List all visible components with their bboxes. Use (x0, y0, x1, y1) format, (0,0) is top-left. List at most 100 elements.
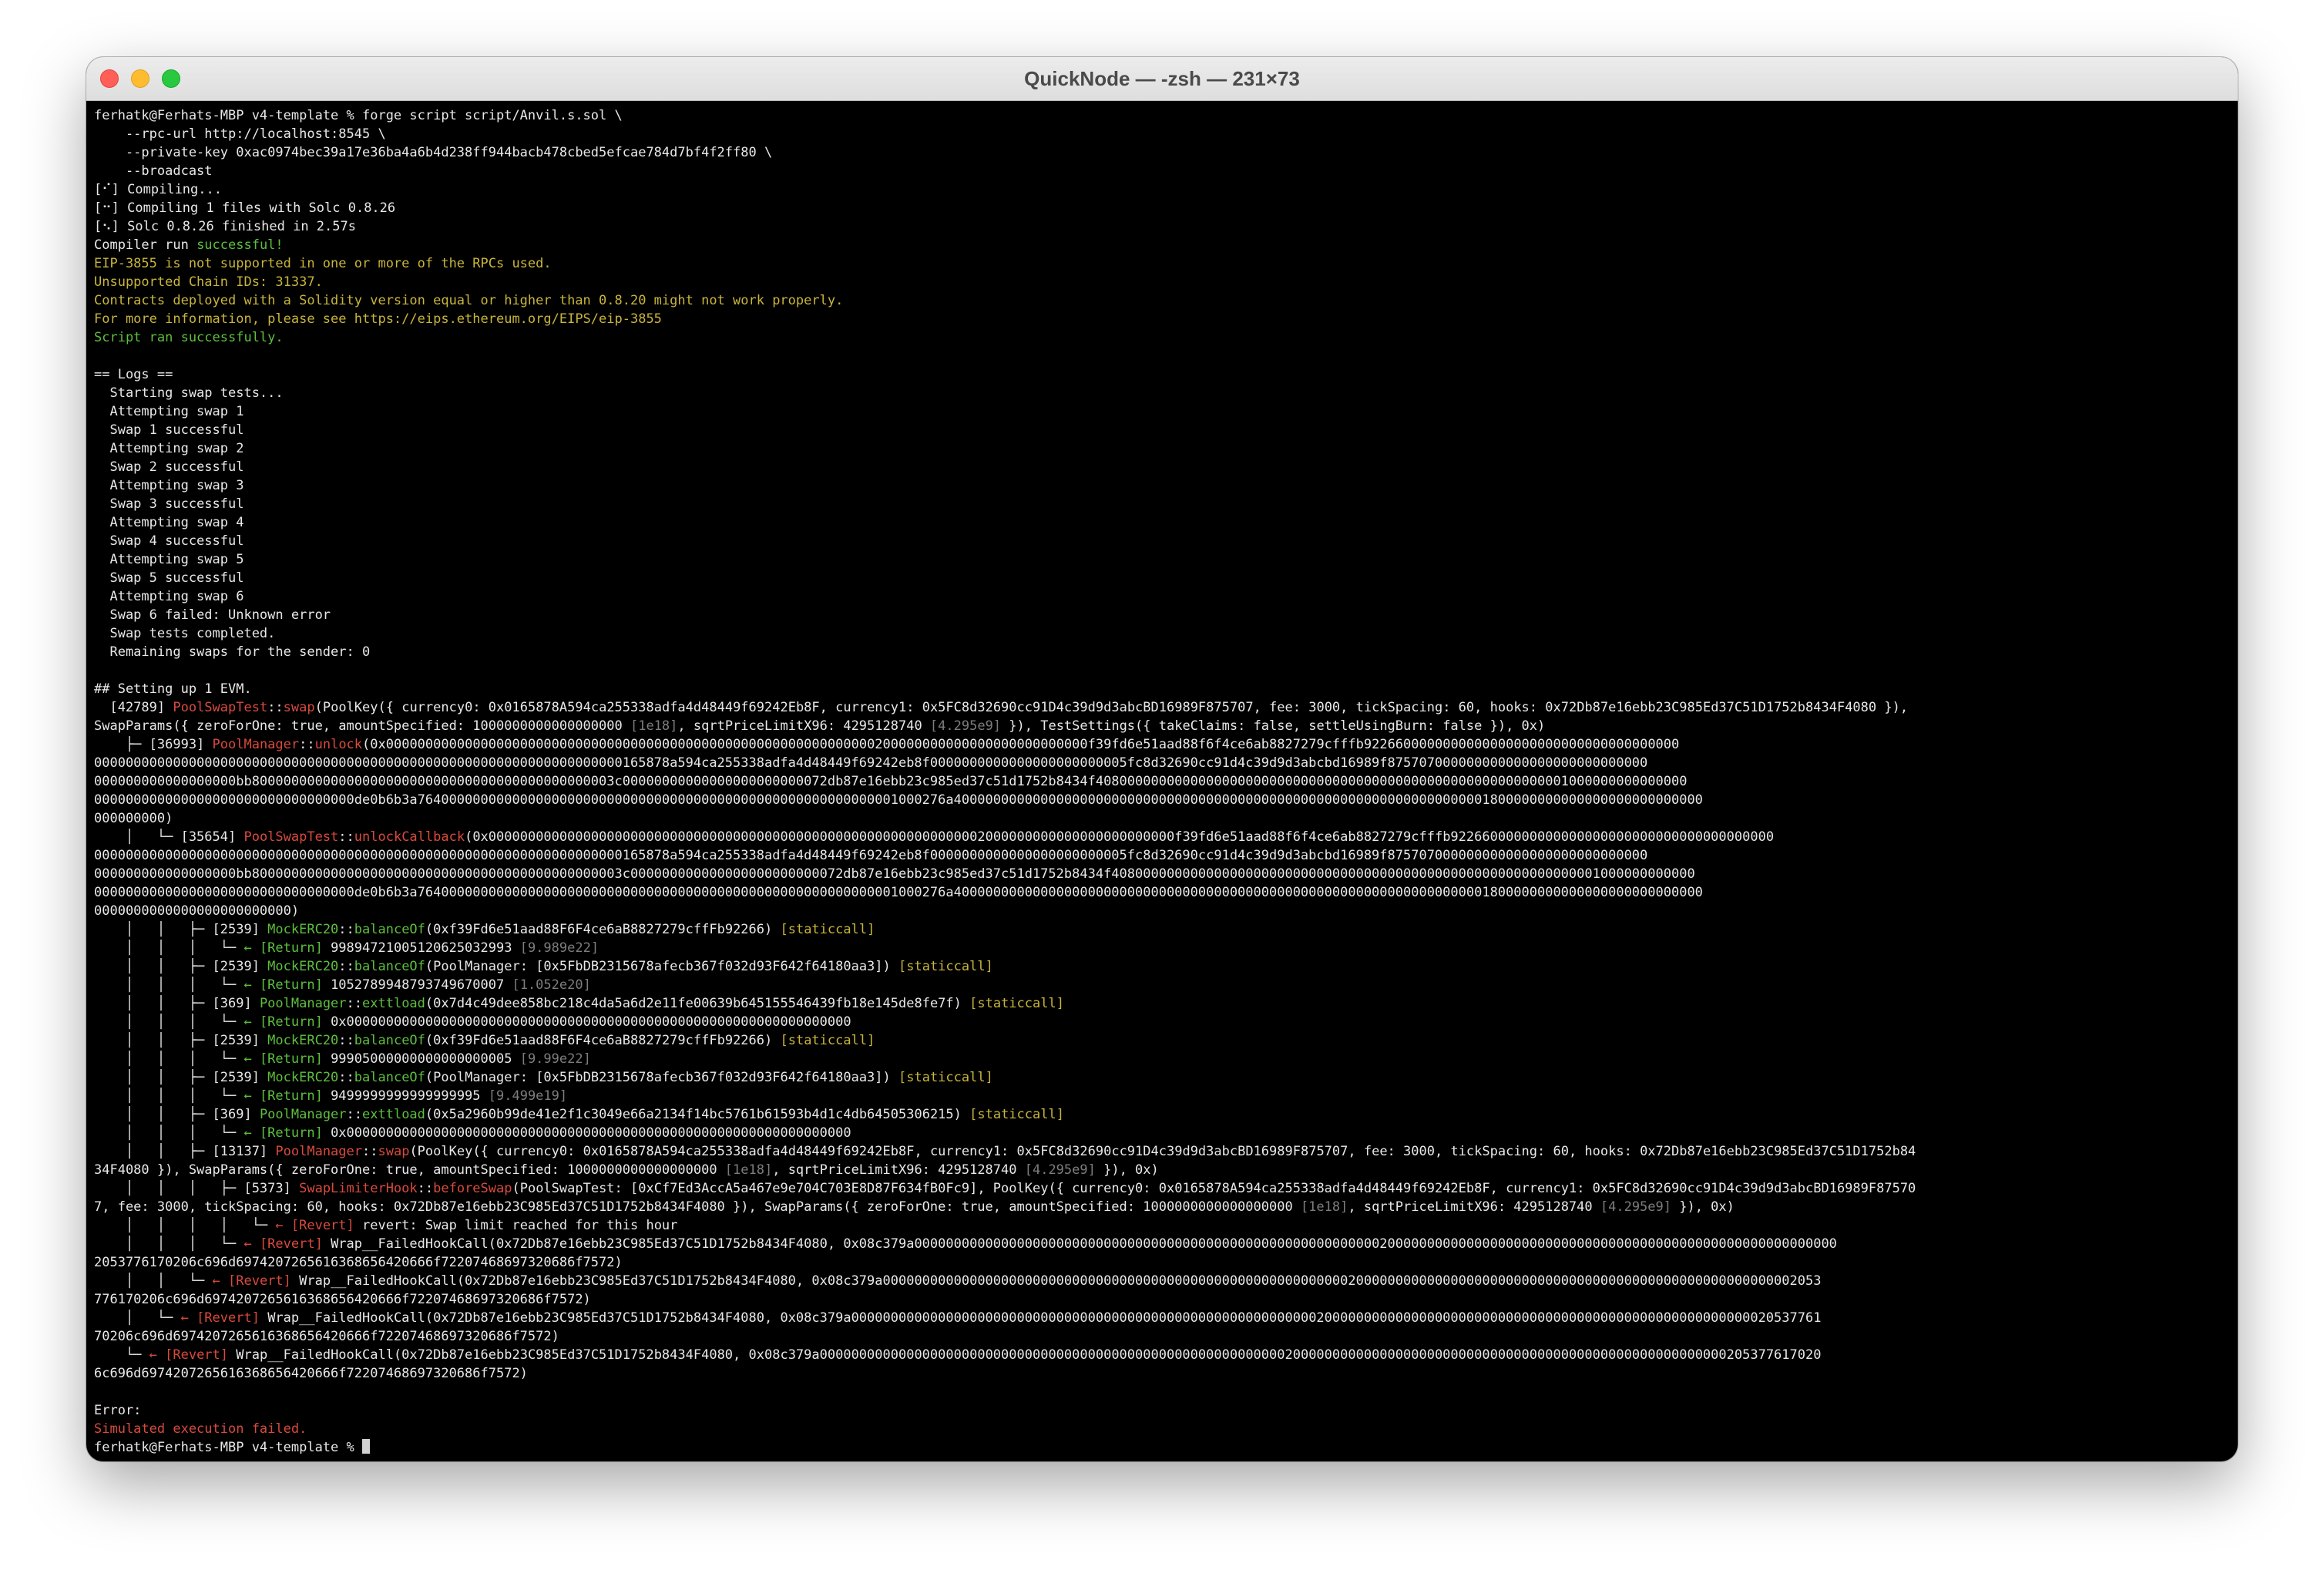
terminal-line: │ │ │ └─ ← [Return] 10527899487937496700… (94, 976, 2230, 994)
terminal-text: [staticcall] (780, 922, 875, 937)
terminal-line: ferhatk@Ferhats-MBP v4-template % forge … (94, 106, 2230, 125)
terminal-text: --rpc-url http://localhost:8545 \ (94, 126, 386, 142)
terminal-line: Attempting swap 1 (94, 402, 2230, 421)
terminal-text: Wrap__FailedHookCall(0x72Db87e16ebb23C98… (259, 1310, 1822, 1326)
terminal-text: :: (338, 959, 354, 974)
terminal-line: │ │ ├─ [2539] MockERC20::balanceOf(0xf39… (94, 1031, 2230, 1050)
terminal-text: Compiler run (94, 237, 197, 253)
terminal-text: (0x0000000000000000000000000000000000000… (362, 737, 1680, 752)
terminal-line: │ │ ├─ [2539] MockERC20::balanceOf(PoolM… (94, 957, 2230, 976)
terminal-text: PoolManager (259, 996, 347, 1011)
terminal-line: └─ ← [Revert] Wrap__FailedHookCall(0x72D… (94, 1346, 2230, 1364)
terminal-text: [⠒] Compiling 1 files with Solc 0.8.26 (94, 200, 396, 216)
terminal-line: Unsupported Chain IDs: 31337. (94, 273, 2230, 291)
terminal-text: 0000000000000000000000000000000000000000… (94, 755, 1648, 771)
terminal-line: 6c696d6974207265616368656420666f72207468… (94, 1364, 2230, 1383)
terminal-text: Wrap__FailedHookCall(0x72Db87e16ebb23C98… (228, 1347, 1822, 1363)
terminal-text: 99905000000000000000005 (322, 1051, 520, 1067)
terminal-text: ├─ [36993] (94, 737, 213, 752)
terminal-line: │ │ └─ ← [Revert] Wrap__FailedHookCall(0… (94, 1272, 2230, 1290)
terminal-line: Swap 6 failed: Unknown error (94, 606, 2230, 624)
title-bar[interactable]: QuickNode — -zsh — 231×73 (86, 57, 2238, 101)
window-title: QuickNode — -zsh — 231×73 (1024, 67, 1300, 90)
terminal-text: │ │ ├─ [369] (94, 1107, 260, 1122)
terminal-text: unlock (314, 737, 363, 752)
terminal-text: │ │ │ └─ (94, 1014, 244, 1030)
terminal-text: (0x0000000000000000000000000000000000000… (465, 829, 1775, 845)
terminal-text: Attempting swap 6 (94, 589, 244, 604)
terminal-line: Remaining swaps for the sender: 0 (94, 643, 2230, 661)
terminal-text: │ │ │ └─ (94, 1236, 244, 1252)
terminal-text: Starting swap tests... (94, 385, 284, 401)
terminal-text: [1e18] (1300, 1199, 1348, 1215)
terminal-text: MockERC20 (267, 959, 339, 974)
terminal-line: Attempting swap 6 (94, 587, 2230, 606)
terminal-text: │ │ ├─ [13137] (94, 1144, 276, 1159)
terminal-line: [⠊] Compiling... (94, 180, 2230, 199)
terminal-line: │ └─ [35654] PoolSwapTest::unlockCallbac… (94, 828, 2230, 846)
terminal-text: EIP-3855 is not supported in one or more… (94, 256, 552, 271)
terminal-text: swap (283, 700, 315, 715)
terminal-text: │ │ │ └─ (94, 940, 244, 956)
terminal-text: ferhatk@Ferhats-MBP v4-template % (94, 1440, 362, 1454)
terminal-text: Attempting swap 1 (94, 404, 244, 419)
terminal-text: revert: Swap limit reached for this hour (354, 1218, 678, 1233)
terminal-text: [1e18] (724, 1162, 773, 1178)
terminal-text: Attempting swap 2 (94, 441, 244, 456)
terminal-text: Swap 4 successful (94, 533, 244, 549)
terminal-text: │ └─ [35654] (94, 829, 244, 845)
terminal-line: SwapParams({ zeroForOne: true, amountSpe… (94, 717, 2230, 735)
terminal-text: [1e18] (630, 718, 678, 734)
terminal-line: Script ran successfully. (94, 328, 2230, 347)
terminal-text: 0000000000000000000000000) (94, 903, 300, 919)
terminal-text: ← [Return] (243, 977, 323, 993)
terminal-text: [4.295e9] (1024, 1162, 1096, 1178)
terminal-line: [⠢] Solc 0.8.26 finished in 2.57s (94, 217, 2230, 236)
terminal-text: PoolManager (275, 1144, 362, 1159)
terminal-line: 000000000000000000000000000000000de0b6b3… (94, 883, 2230, 902)
terminal-line: │ │ │ │ └─ ← [Revert] revert: Swap limit… (94, 1216, 2230, 1235)
terminal-line: Swap 2 successful (94, 458, 2230, 476)
terminal-text: 6c696d6974207265616368656420666f72207468… (94, 1366, 528, 1381)
terminal-text: │ │ ├─ [2539] (94, 1070, 268, 1085)
terminal-text: (0xf39Fd6e51aad88F6F4ce6aB8827279cffFb92… (425, 1033, 781, 1048)
terminal-text: Error: (94, 1403, 142, 1418)
terminal-line: 0000000000000000000000000000000000000000… (94, 846, 2230, 865)
terminal-output[interactable]: ferhatk@Ferhats-MBP v4-template % forge … (94, 106, 2230, 1454)
terminal-text: Swap 5 successful (94, 570, 244, 586)
terminal-text: Simulated execution failed. (94, 1421, 307, 1437)
terminal-line: Attempting swap 4 (94, 513, 2230, 532)
terminal-window: QuickNode — -zsh — 231×73 ferhatk@Ferhat… (86, 57, 2238, 1461)
terminal-text: :: (299, 737, 315, 752)
terminal-text: ← [Revert] (212, 1273, 291, 1289)
terminal-line: 70206c696d6974207265616368656420666f7220… (94, 1327, 2230, 1346)
terminal-line: 2053776170206c696d6974207265616368656420… (94, 1253, 2230, 1272)
terminal-text: ← [Return] (243, 1014, 323, 1030)
terminal-text: MockERC20 (267, 1070, 339, 1085)
terminal-text: --broadcast (94, 163, 213, 179)
terminal-text: (0x5a2960b99de41e2f1c3049e66a2134f14bc57… (425, 1107, 970, 1122)
terminal-text: [staticcall] (780, 1033, 875, 1048)
terminal-text: :: (346, 1107, 363, 1122)
terminal-line: == Logs == (94, 365, 2230, 384)
terminal-text: 0x00000000000000000000000000000000000000… (322, 1014, 851, 1030)
terminal-text: Wrap__FailedHookCall(0x72Db87e16ebb23C98… (290, 1273, 1822, 1289)
terminal-line: │ │ ├─ [369] PoolManager::exttload(0x5a2… (94, 1105, 2230, 1124)
terminal-line: │ │ │ └─ ← [Revert] Wrap__FailedHookCall… (94, 1235, 2230, 1253)
terminal-line: 0000000000000000000000000) (94, 902, 2230, 920)
terminal-line: [42789] PoolSwapTest::swap(PoolKey({ cur… (94, 698, 2230, 717)
terminal-text: Unsupported Chain IDs: 31337. (94, 274, 323, 290)
terminal-text: │ │ │ └─ (94, 1088, 244, 1104)
terminal-text: 99894721005120625032993 (322, 940, 520, 956)
terminal-line: Swap 4 successful (94, 532, 2230, 550)
terminal-line: Swap 1 successful (94, 421, 2230, 439)
terminal-text: [42789] (94, 700, 173, 715)
terminal-line: │ │ │ └─ ← [Return] 9499999999999999995 … (94, 1087, 2230, 1105)
terminal-text: }), 0x) (1671, 1199, 1735, 1215)
terminal-text: ← [Revert] (149, 1347, 229, 1363)
terminal-text: │ │ └─ (94, 1273, 213, 1289)
terminal-text: ferhatk@Ferhats-MBP v4-template % forge … (94, 108, 623, 123)
terminal-text: MockERC20 (267, 1033, 339, 1048)
terminal-text: 34F4080 }), SwapParams({ zeroForOne: tru… (94, 1162, 725, 1178)
